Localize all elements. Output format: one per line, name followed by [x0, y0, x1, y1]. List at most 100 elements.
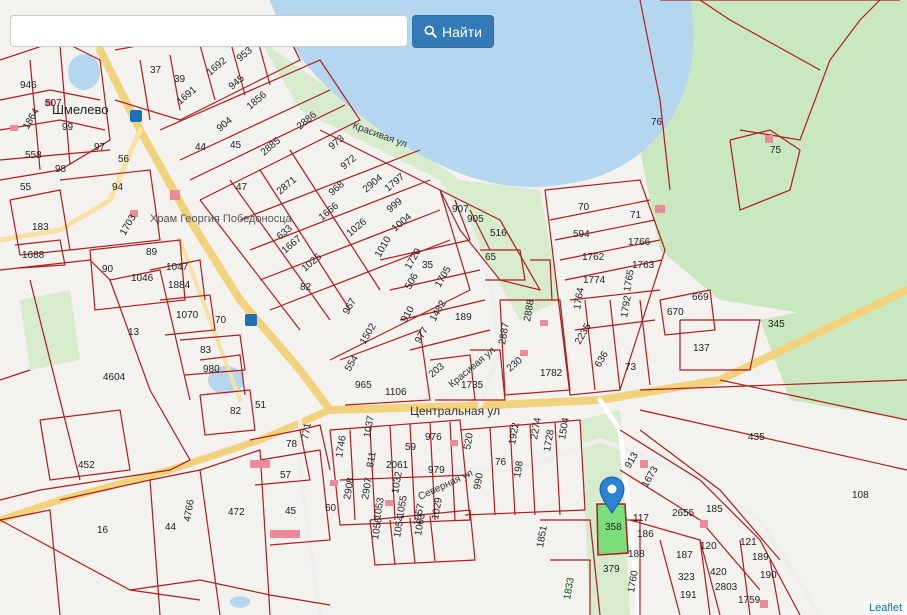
- search-input[interactable]: [10, 15, 408, 47]
- parcel-label: 55: [20, 182, 32, 193]
- parcel-label: 953: [235, 45, 255, 64]
- parcel-label: 980: [203, 364, 220, 375]
- parcel-label: 2803: [715, 582, 738, 593]
- parcel-label: 1884: [168, 280, 191, 291]
- parcel-label: 2655: [672, 508, 695, 519]
- parcel-label: 183: [32, 222, 49, 233]
- parcel-label: 1851: [535, 524, 550, 548]
- parcel-label: 1106: [385, 387, 407, 398]
- parcel-label: 323: [678, 572, 695, 583]
- parcel-label: 669: [692, 292, 709, 303]
- parcel-label: 1833: [562, 576, 577, 600]
- search-button[interactable]: Найти: [412, 15, 494, 48]
- parcel-label: 1856: [245, 89, 269, 112]
- parcel-label: 76: [651, 117, 663, 128]
- parcel-label: 2061: [386, 460, 409, 471]
- parcel-label: 594: [573, 229, 590, 240]
- parcel-label: 1763: [632, 260, 655, 271]
- parcel-label: 89: [146, 247, 158, 258]
- parcel-label: 1047: [166, 262, 189, 273]
- search-button-label: Найти: [442, 23, 482, 40]
- parcel-label: 2871: [275, 174, 299, 197]
- parcel-label: 82: [230, 406, 242, 417]
- parcel-label: 65: [485, 252, 497, 263]
- parcel-label: 977: [413, 325, 431, 345]
- parcel-label: 1728: [542, 428, 557, 452]
- parcel-label: 78: [286, 439, 298, 450]
- parcel-label: 47: [236, 182, 248, 193]
- parcel-label: 2907: [360, 476, 375, 500]
- parcel-label: 198: [512, 460, 526, 479]
- place-village: Шмелево: [52, 102, 108, 117]
- parcel-label: 1010: [373, 234, 394, 259]
- attribution[interactable]: Leaflet: [863, 601, 907, 615]
- parcel-label: 1025: [300, 251, 324, 274]
- parcel-label: 71: [630, 210, 642, 221]
- parcel-label: 16: [97, 525, 109, 536]
- parcel-label: 45: [230, 140, 242, 151]
- parcel-label: 70: [215, 315, 227, 326]
- parcel-label: 999: [385, 196, 405, 215]
- parcel-label: 1688: [22, 250, 45, 261]
- search-icon: [424, 25, 437, 38]
- parcel-label: 435: [748, 432, 765, 443]
- parcel-label: 1765: [622, 268, 637, 292]
- parcel-label: 946: [20, 80, 37, 91]
- parcel-label: 186: [637, 529, 654, 540]
- parcel-label: 1764: [572, 286, 587, 310]
- parcel-label: 83: [200, 345, 212, 356]
- parcel-label: 37: [150, 65, 162, 76]
- parcel-label: 2904: [361, 172, 385, 195]
- parcel-label: 44: [165, 522, 177, 533]
- parcel-label: 137: [693, 343, 710, 354]
- parcel-label: 472: [228, 507, 245, 518]
- parcel-label: 1055: [395, 494, 410, 518]
- parcel-label: 45: [285, 506, 297, 517]
- cadastral-map[interactable]: 9465071864 995589798941831688373916929531…: [0, 0, 907, 615]
- parcel-label: 1504: [557, 416, 572, 440]
- parcel-label: 907: [452, 204, 469, 215]
- parcel-label: 230: [505, 355, 525, 374]
- parcel-label: 452: [78, 460, 95, 471]
- parcel-label: 910: [399, 304, 417, 324]
- parcel-label: 4604: [103, 372, 126, 383]
- parcel-label: 98: [55, 164, 67, 175]
- parcel-label: 1766: [628, 237, 651, 248]
- parcel-label: 90: [102, 264, 114, 275]
- parcel-label: 4766: [182, 498, 197, 522]
- parcel-label: 1070: [176, 310, 199, 321]
- parcel-label: 191: [680, 590, 697, 601]
- parcel-label: 190: [760, 570, 777, 581]
- parcel-label: 1046: [131, 273, 154, 284]
- parcel-label: 39: [174, 74, 186, 85]
- parcel-label: 189: [455, 312, 472, 323]
- parcel-label: 1735: [461, 380, 484, 391]
- parcel-label: 2885: [259, 135, 283, 158]
- parcel-label: 2887: [497, 321, 512, 345]
- parcel-label: 558: [25, 150, 42, 161]
- parcel-label: 1864: [21, 106, 42, 131]
- parcel-label: 1922: [507, 421, 522, 445]
- parcel-label: 420: [710, 567, 727, 578]
- parcel-label: 1029: [430, 496, 445, 520]
- parcel-label: 358: [605, 522, 622, 533]
- parcel-label: 972: [339, 153, 359, 172]
- parcel-label: 990: [472, 472, 486, 491]
- parcel-label: 13: [128, 327, 140, 338]
- parcel-label: 75: [770, 145, 782, 156]
- parcel-label: 968: [327, 179, 347, 198]
- parcel-label: 976: [425, 432, 442, 443]
- parcel-label: 121: [740, 537, 757, 548]
- parcel-label: 1026: [345, 216, 369, 239]
- parcel-label: 965: [355, 380, 372, 391]
- parcel-label: 506: [403, 271, 421, 291]
- parcel-label: 203: [427, 361, 447, 380]
- parcel-label: 1759: [738, 595, 761, 606]
- parcel-label: 185: [706, 504, 723, 515]
- parcel-label: 188: [628, 549, 645, 560]
- parcel-label: 120: [700, 541, 717, 552]
- parcel-label: 554: [343, 353, 361, 373]
- parcel-label: 70: [578, 202, 590, 213]
- parcel-label: 1774: [583, 275, 606, 286]
- parcel-label: 345: [768, 319, 785, 330]
